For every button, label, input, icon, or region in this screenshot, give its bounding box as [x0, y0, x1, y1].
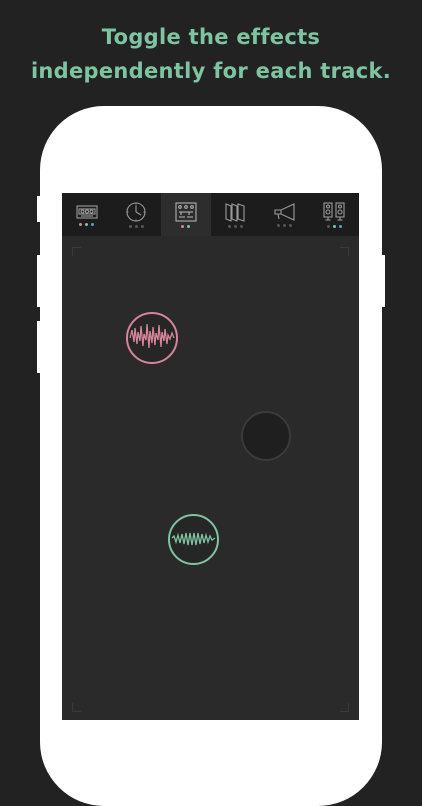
tab-tape-dots — [79, 223, 95, 227]
tab-circuit-dots — [181, 225, 191, 229]
tab-indicator-dot — [277, 224, 281, 227]
effects-toolbar — [62, 193, 359, 236]
headline-line-1: Toggle the effects — [101, 25, 321, 49]
circuit-icon — [175, 202, 197, 222]
canvas-corner-bottom-right — [340, 703, 349, 712]
headline: Toggle the effects independently for eac… — [0, 20, 422, 88]
panels-icon — [225, 203, 245, 222]
tab-panels[interactable] — [211, 193, 261, 236]
canvas-corner-bottom-left — [72, 703, 81, 712]
tab-indicator-dot — [181, 225, 185, 228]
tab-indicator-dot — [239, 225, 243, 228]
clock-icon — [126, 202, 146, 222]
tab-megaphone-dots — [277, 224, 293, 228]
app-screen — [62, 193, 359, 720]
tab-indicator-dot — [140, 225, 144, 228]
tab-circuit[interactable] — [161, 193, 211, 236]
canvas-corner-top-right — [340, 247, 349, 256]
tab-speakers[interactable] — [310, 193, 360, 236]
tape-icon — [76, 205, 98, 219]
canvas-corner-top-left — [72, 247, 81, 256]
tab-indicator-dot — [128, 225, 132, 228]
tab-indicator-dot — [227, 225, 231, 228]
tab-clock-dots — [128, 225, 144, 229]
tab-indicator-dot — [134, 225, 138, 228]
tab-indicator-dot — [91, 223, 95, 226]
tab-indicator-dot — [79, 223, 83, 226]
tab-megaphone[interactable] — [260, 193, 310, 236]
tab-indicator-dot — [338, 225, 342, 228]
tab-indicator-dot — [233, 225, 237, 228]
megaphone-icon — [274, 203, 295, 221]
speakers-icon — [323, 202, 345, 221]
tab-panels-dots — [227, 225, 243, 229]
tab-indicator-dot — [283, 224, 287, 227]
teal-track-node[interactable] — [168, 514, 219, 565]
tab-indicator-dot — [332, 225, 336, 228]
headline-line-2: independently for each track. — [30, 59, 392, 83]
empty-track-node[interactable] — [241, 411, 291, 461]
tab-indicator-dot — [85, 223, 89, 226]
pink-track-node[interactable] — [126, 312, 178, 364]
noisy-waveform-icon — [129, 323, 175, 349]
tab-tape[interactable] — [62, 193, 112, 236]
tab-clock[interactable] — [112, 193, 162, 236]
zigzag-waveform-icon — [171, 532, 216, 546]
tab-indicator-dot — [326, 225, 330, 228]
tab-speakers-dots — [326, 225, 342, 229]
tab-indicator-dot — [187, 225, 191, 228]
tab-indicator-dot — [289, 224, 293, 227]
